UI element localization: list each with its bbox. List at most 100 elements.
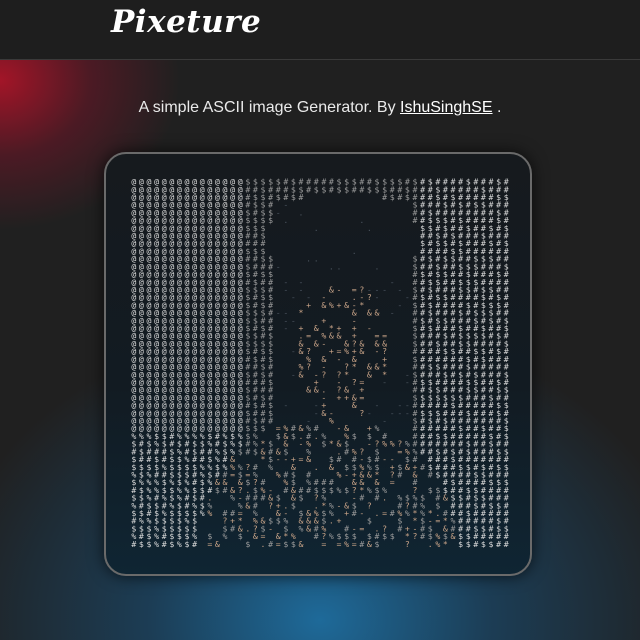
ascii-char: % xyxy=(268,462,273,472)
ascii-char: % xyxy=(200,508,205,518)
ascii-char: $ xyxy=(276,516,281,526)
ascii-char: $ xyxy=(367,516,372,526)
ascii-char: $ xyxy=(329,485,334,495)
ascii-char: & xyxy=(321,408,326,418)
ascii-char: * xyxy=(329,439,334,449)
ascii-char: % xyxy=(223,531,228,541)
ascii-char: $ xyxy=(344,485,349,495)
ascii-char: = xyxy=(321,539,326,548)
ascii-char: - xyxy=(405,377,410,387)
ascii-char: & xyxy=(253,531,258,541)
ascii-char: $ xyxy=(481,539,486,548)
ascii-char: $ xyxy=(253,446,258,456)
ascii-char: % xyxy=(367,485,372,495)
ascii-char: & xyxy=(375,362,380,372)
ascii-char: # xyxy=(230,523,235,533)
ascii-char: % xyxy=(344,539,349,548)
ascii-char: . xyxy=(283,215,288,225)
ascii-char: ? xyxy=(405,539,410,548)
ascii-char: - xyxy=(299,439,304,449)
ascii-char: . xyxy=(329,516,334,526)
ascii-char: $ xyxy=(261,423,266,433)
ascii-char: $ xyxy=(390,192,395,202)
ascii-char: $ xyxy=(215,485,220,495)
ascii-char: = xyxy=(337,539,342,548)
ascii-char: % xyxy=(177,539,182,548)
ascii-char: + xyxy=(321,315,326,325)
ascii-char: + xyxy=(306,300,311,310)
ascii-char: # xyxy=(314,531,319,541)
ascii-char: % xyxy=(154,539,159,548)
ascii-art-canvas: @ @ @ @ @ @ @ @ @ @ @ @ @ @ @ $ $ $ $ $ # $ # # # # # $ $ $ # # $ $ $ $ # $ # $… xyxy=(131,178,508,548)
ascii-char: - xyxy=(276,308,281,318)
ascii-char: $ xyxy=(489,539,494,548)
ascii-char: . xyxy=(314,431,319,441)
ascii-char: # xyxy=(496,539,501,548)
ascii-char: & xyxy=(245,500,250,510)
ascii-char: # xyxy=(359,184,364,194)
ascii-char: $ xyxy=(268,215,273,225)
ascii-char: & xyxy=(306,385,311,395)
ascii-char: % xyxy=(344,346,349,356)
ascii-char: $ xyxy=(390,531,395,541)
ascii-char: + xyxy=(344,392,349,402)
ascii-char: $ xyxy=(238,446,243,456)
ascii-char: % xyxy=(382,439,387,449)
ascii-char: & xyxy=(367,470,372,480)
ascii-char: # xyxy=(390,508,395,518)
ascii-char: # xyxy=(420,462,425,472)
ascii-char: - xyxy=(337,423,342,433)
ascii-char: $ xyxy=(337,184,342,194)
ascii-char: # xyxy=(299,192,304,202)
ascii-char: - xyxy=(291,315,296,325)
ascii-char: & xyxy=(299,346,304,356)
ascii-char: % xyxy=(276,470,281,480)
ascii-char: - xyxy=(397,300,402,310)
ascii-char: % xyxy=(329,300,334,310)
ascii-char: + xyxy=(344,508,349,518)
ascii-char: - xyxy=(276,261,281,271)
ascii-char: . xyxy=(261,539,266,548)
ascii-char: # xyxy=(420,531,425,541)
ascii-char: - xyxy=(299,285,304,295)
ascii-char: . xyxy=(375,508,380,518)
ascii-char: # xyxy=(420,446,425,456)
ascii-char: = xyxy=(207,539,212,548)
ascii-char: # xyxy=(283,485,288,495)
ascii-char: $ xyxy=(382,531,387,541)
ascii-char: ? xyxy=(359,408,364,418)
ascii-char: % xyxy=(207,508,212,518)
ascii-char: # xyxy=(162,539,167,548)
ascii-char: - xyxy=(321,338,326,348)
ascii-char: & xyxy=(451,531,456,541)
ascii-char: % xyxy=(337,470,342,480)
ascii-char: & xyxy=(314,385,319,395)
ascii-char: * xyxy=(299,308,304,318)
ascii-char: . xyxy=(306,254,311,264)
ascii-char: * xyxy=(359,300,364,310)
author-link[interactable]: IshuSinghSE xyxy=(400,99,493,116)
ascii-char: $ xyxy=(344,184,349,194)
ascii-char: # xyxy=(352,184,357,194)
ascii-char: = xyxy=(276,539,281,548)
ascii-output-card: @ @ @ @ @ @ @ @ @ @ @ @ @ @ @ $ $ $ $ $ # $ # # # # # $ $ $ # # $ $ $ $ # $ # $… xyxy=(104,152,532,576)
ascii-char: $ xyxy=(299,493,304,503)
ascii-char: $ xyxy=(139,539,144,548)
ascii-char: & xyxy=(299,539,304,548)
ascii-char: - xyxy=(314,408,319,418)
ascii-char: # xyxy=(261,493,266,503)
ascii-art-image: @ @ @ @ @ @ @ @ @ @ @ @ @ @ @ $ $ $ $ $ # $ # # # # # $ $ $ # # $ $ $ $ # $ # $… xyxy=(130,178,510,548)
ascii-char: - xyxy=(375,292,380,302)
ascii-char: $ xyxy=(466,539,471,548)
tagline-suffix: . xyxy=(492,99,502,116)
ascii-char: = xyxy=(397,446,402,456)
ascii-char: - xyxy=(375,346,380,356)
ascii-char: . xyxy=(314,223,319,233)
ascii-char: % xyxy=(337,485,342,495)
ascii-char: = xyxy=(230,470,235,480)
brand-logo[interactable]: Pixeture xyxy=(111,4,261,40)
ascii-char: $ xyxy=(321,184,326,194)
ascii-char: # xyxy=(192,539,197,548)
ascii-char: % xyxy=(405,508,410,518)
ascii-char: - xyxy=(359,508,364,518)
